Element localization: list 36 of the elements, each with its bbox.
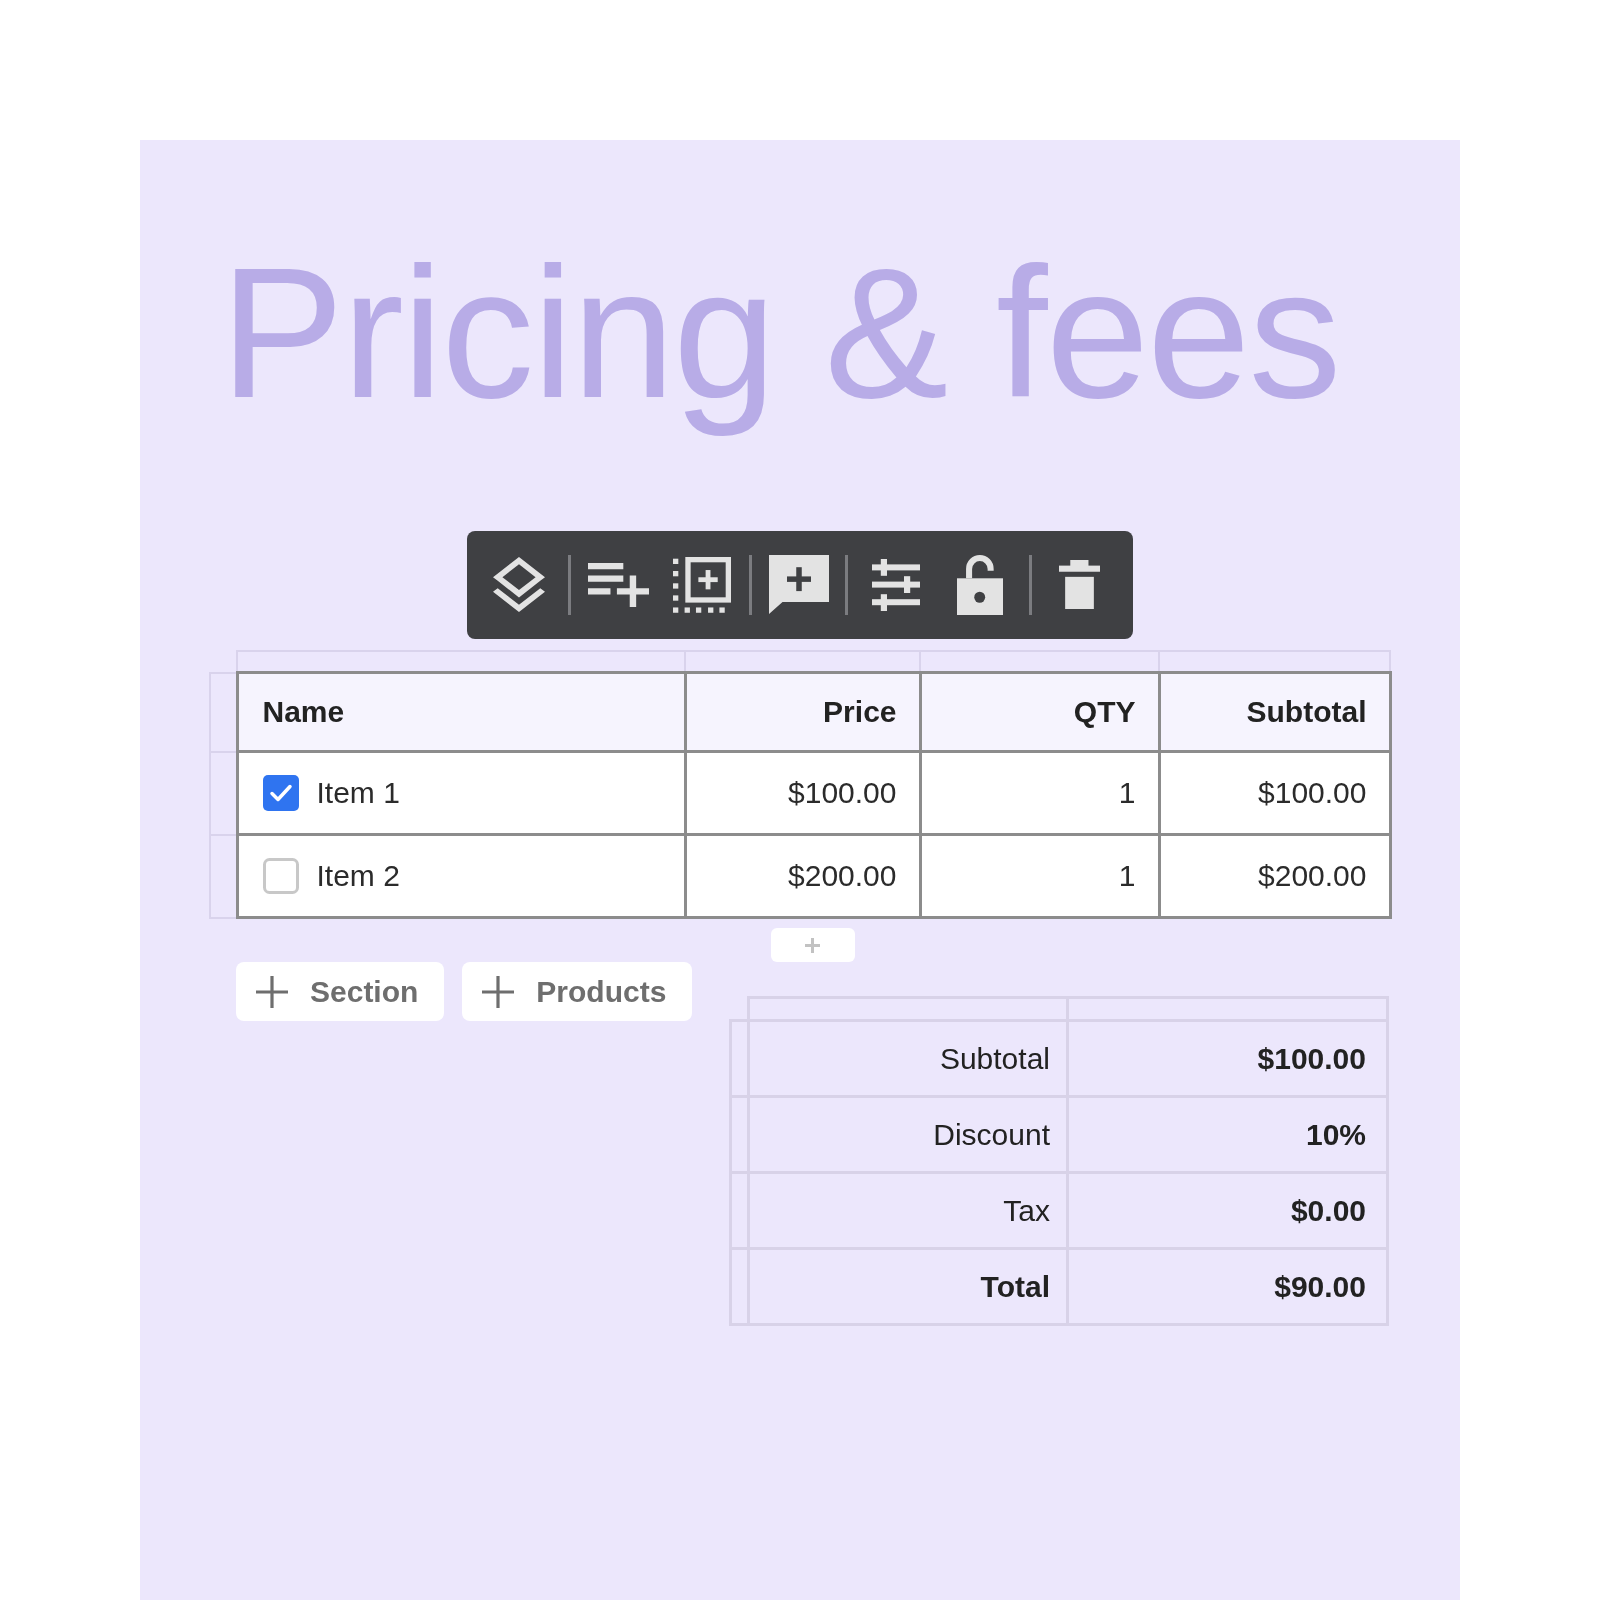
item-name: Item 1 bbox=[316, 775, 400, 811]
summary-value: $100.00 bbox=[1067, 1020, 1388, 1097]
summary-label: Discount bbox=[748, 1096, 1068, 1173]
summary-value: $0.00 bbox=[1067, 1172, 1388, 1249]
table-cell: 1 bbox=[920, 751, 1159, 835]
checkbox[interactable] bbox=[262, 775, 299, 811]
table-cell: $100.00 bbox=[1159, 751, 1390, 835]
summary-label: Total bbox=[748, 1248, 1068, 1325]
plus-icon bbox=[482, 975, 515, 1008]
table-cell: $100.00 bbox=[685, 751, 920, 835]
column-header: Subtotal bbox=[1159, 672, 1390, 752]
add-row-button[interactable] bbox=[770, 928, 855, 962]
table-cell: 1 bbox=[920, 834, 1159, 918]
unlock-icon[interactable] bbox=[957, 554, 1003, 615]
list-add-icon[interactable] bbox=[588, 562, 649, 607]
summary-label: Subtotal bbox=[748, 1020, 1068, 1097]
summary-value: $90.00 bbox=[1067, 1248, 1388, 1325]
page-title: Pricing & fees bbox=[220, 228, 1341, 438]
item-name: Item 2 bbox=[316, 858, 400, 894]
checkbox[interactable] bbox=[262, 858, 299, 894]
summary-value: 10% bbox=[1067, 1096, 1388, 1173]
add-comment-icon[interactable] bbox=[769, 555, 829, 614]
trash-icon[interactable] bbox=[1059, 560, 1100, 609]
plus-icon bbox=[805, 937, 820, 953]
add-frame-icon[interactable] bbox=[673, 556, 731, 613]
table-cell: $200.00 bbox=[1159, 834, 1390, 918]
sliders-icon[interactable] bbox=[872, 558, 920, 611]
add-button[interactable]: Section bbox=[236, 962, 445, 1021]
summary-label: Tax bbox=[748, 1172, 1068, 1249]
column-header: Price bbox=[685, 672, 920, 752]
table-cell: $200.00 bbox=[685, 834, 920, 918]
layers-icon[interactable] bbox=[493, 557, 545, 612]
column-header: QTY bbox=[920, 672, 1159, 752]
plus-icon bbox=[256, 975, 288, 1008]
add-button[interactable]: Products bbox=[462, 962, 693, 1021]
column-header: Name bbox=[237, 672, 685, 752]
